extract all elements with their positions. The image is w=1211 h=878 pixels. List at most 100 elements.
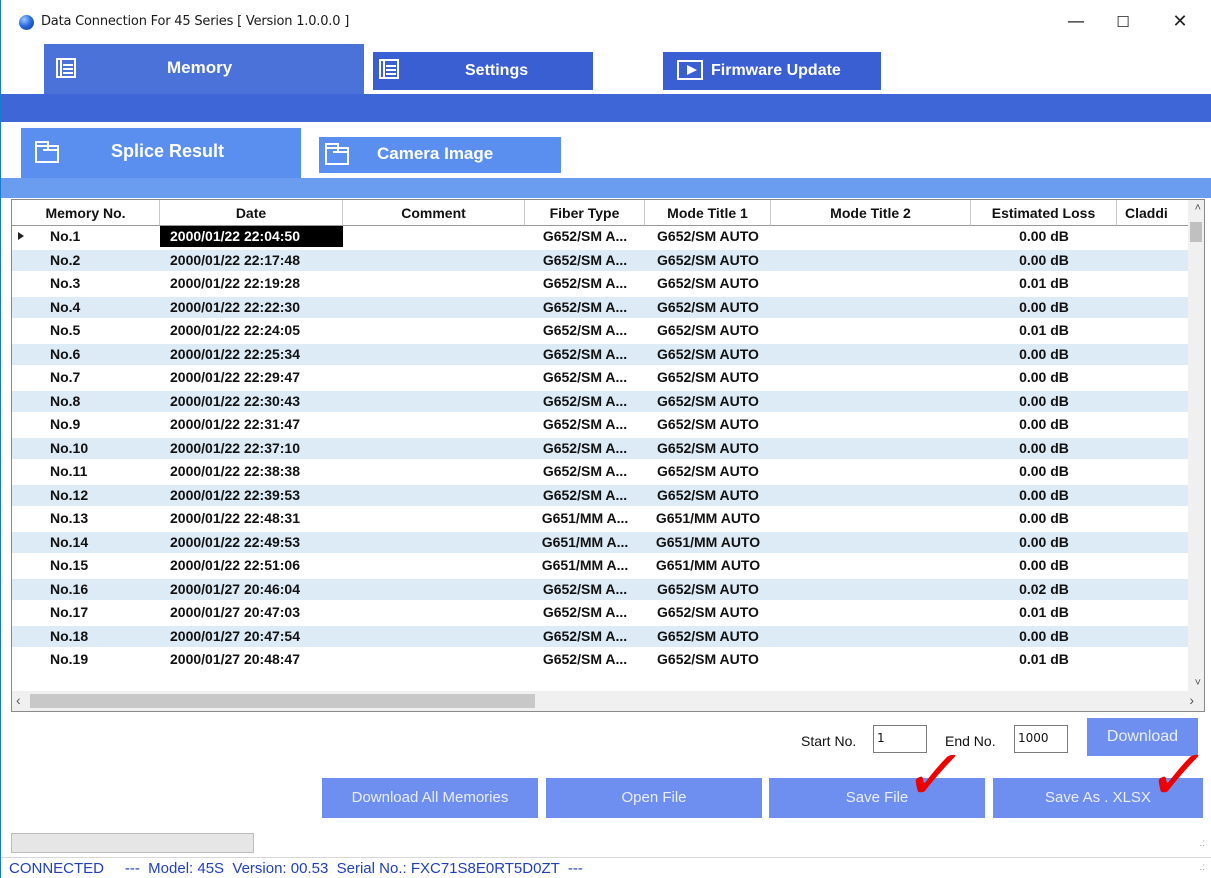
cell-memory-no[interactable]: No.8: [12, 391, 160, 412]
cell-date[interactable]: 2000/01/22 22:31:47: [160, 414, 343, 435]
table-row[interactable]: No.2 2000/01/22 22:17:48 G652/SM A... G652/…: [12, 249, 1190, 271]
cell-estimated-loss[interactable]: 0.00 dB: [971, 367, 1117, 388]
cell-date[interactable]: 2000/01/22 22:39:53: [160, 485, 343, 506]
cell-mode-title-1[interactable]: G652/SM AUTO: [645, 626, 771, 647]
cell-memory-no[interactable]: No.6: [12, 344, 160, 365]
table-row[interactable]: No.9 2000/01/22 22:31:47 G652/SM A... G652/…: [12, 414, 1190, 435]
cell-date[interactable]: 2000/01/22 22:04:50: [160, 226, 343, 247]
cell-memory-no[interactable]: No.19: [12, 649, 160, 670]
cell-fiber-type[interactable]: G652/SM A...: [525, 626, 645, 647]
table-row[interactable]: No.5 2000/01/22 22:24:05 G652/SM A... G652/…: [12, 320, 1190, 341]
cell-date[interactable]: 2000/01/22 22:24:05: [160, 320, 343, 341]
cell-comment[interactable]: [343, 367, 525, 388]
cell-comment[interactable]: [343, 461, 525, 482]
cell-cladding[interactable]: [1117, 532, 1190, 553]
cell-memory-no[interactable]: No.13: [12, 508, 160, 529]
cell-cladding[interactable]: [1117, 273, 1190, 294]
cell-fiber-type[interactable]: G651/MM A...: [525, 532, 645, 553]
end-no-input[interactable]: 1000: [1014, 725, 1068, 753]
table-row[interactable]: No.13 2000/01/22 22:48:31 G651/MM A... G651…: [12, 508, 1190, 529]
cell-fiber-type[interactable]: G652/SM A...: [525, 297, 645, 318]
column-header-cladding[interactable]: Claddi: [1117, 200, 1190, 226]
cell-mode-title-1[interactable]: G652/SM AUTO: [645, 485, 771, 506]
cell-mode-title-1[interactable]: G651/MM AUTO: [645, 532, 771, 553]
tab-settings[interactable]: Settings: [373, 52, 593, 90]
cell-memory-no[interactable]: No.9: [12, 414, 160, 435]
cell-estimated-loss[interactable]: 0.00 dB: [971, 414, 1117, 435]
column-header-mode-title-1[interactable]: Mode Title 1: [645, 200, 771, 226]
cell-estimated-loss[interactable]: 0.01 dB: [971, 602, 1117, 623]
cell-mode-title-1[interactable]: G652/SM AUTO: [645, 414, 771, 435]
close-button[interactable]: ✕: [1157, 8, 1203, 38]
cell-fiber-type[interactable]: G652/SM A...: [525, 344, 645, 365]
column-header-estimated-loss[interactable]: Estimated Loss: [971, 200, 1117, 226]
cell-memory-no[interactable]: No.2: [12, 250, 160, 271]
cell-memory-no[interactable]: No.15: [12, 555, 160, 576]
cell-comment[interactable]: [343, 226, 525, 247]
cell-comment[interactable]: [343, 626, 525, 647]
cell-cladding[interactable]: [1117, 461, 1190, 482]
cell-cladding[interactable]: [1117, 367, 1190, 388]
cell-date[interactable]: 2000/01/22 22:49:53: [160, 532, 343, 553]
cell-date[interactable]: 2000/01/22 22:38:38: [160, 461, 343, 482]
cell-cladding[interactable]: [1117, 602, 1190, 623]
scroll-left-arrow-icon[interactable]: ‹: [16, 692, 21, 708]
cell-mode-title-2[interactable]: [771, 649, 971, 670]
cell-cladding[interactable]: [1117, 508, 1190, 529]
table-row[interactable]: No.14 2000/01/22 22:49:53 G651/MM A... G651…: [12, 531, 1190, 553]
cell-mode-title-1[interactable]: G652/SM AUTO: [645, 273, 771, 294]
cell-mode-title-2[interactable]: [771, 226, 971, 247]
cell-estimated-loss[interactable]: 0.00 dB: [971, 532, 1117, 553]
cell-memory-no[interactable]: No.12: [12, 485, 160, 506]
cell-date[interactable]: 2000/01/27 20:46:04: [160, 579, 343, 600]
cell-mode-title-2[interactable]: [771, 391, 971, 412]
open-file-button[interactable]: Open File: [546, 778, 762, 818]
column-header-date[interactable]: Date: [160, 200, 343, 226]
table-row[interactable]: No.4 2000/01/22 22:22:30 G652/SM A... G652/…: [12, 296, 1190, 318]
cell-mode-title-2[interactable]: [771, 626, 971, 647]
cell-mode-title-1[interactable]: G652/SM AUTO: [645, 367, 771, 388]
cell-comment[interactable]: [343, 438, 525, 459]
cell-date[interactable]: 2000/01/22 22:29:47: [160, 367, 343, 388]
cell-estimated-loss[interactable]: 0.00 dB: [971, 626, 1117, 647]
cell-estimated-loss[interactable]: 0.00 dB: [971, 508, 1117, 529]
cell-cladding[interactable]: [1117, 320, 1190, 341]
cell-mode-title-2[interactable]: [771, 438, 971, 459]
cell-mode-title-1[interactable]: G652/SM AUTO: [645, 320, 771, 341]
cell-comment[interactable]: [343, 344, 525, 365]
cell-cladding[interactable]: [1117, 626, 1190, 647]
cell-date[interactable]: 2000/01/27 20:47:03: [160, 602, 343, 623]
splice-result-grid[interactable]: Memory No. Date Comment Fiber Type Mode …: [11, 199, 1205, 712]
cell-memory-no[interactable]: No.10: [12, 438, 160, 459]
resize-grip-icon[interactable]: .:: [1199, 862, 1205, 873]
cell-estimated-loss[interactable]: 0.00 dB: [971, 485, 1117, 506]
cell-mode-title-1[interactable]: G652/SM AUTO: [645, 297, 771, 318]
cell-memory-no[interactable]: No.17: [12, 602, 160, 623]
scroll-right-arrow-icon[interactable]: ›: [1189, 692, 1194, 708]
cell-fiber-type[interactable]: G652/SM A...: [525, 320, 645, 341]
cell-cladding[interactable]: [1117, 297, 1190, 318]
vertical-scroll-thumb[interactable]: [1190, 222, 1202, 242]
table-row[interactable]: No.7 2000/01/22 22:29:47 G652/SM A... G652/…: [12, 367, 1190, 388]
cell-date[interactable]: 2000/01/22 22:17:48: [160, 250, 343, 271]
column-header-memory-no[interactable]: Memory No.: [12, 200, 160, 226]
column-header-fiber-type[interactable]: Fiber Type: [525, 200, 645, 226]
scroll-down-arrow-icon[interactable]: ˅: [1195, 677, 1201, 689]
cell-fiber-type[interactable]: G652/SM A...: [525, 414, 645, 435]
cell-fiber-type[interactable]: G652/SM A...: [525, 273, 645, 294]
cell-estimated-loss[interactable]: 0.00 dB: [971, 226, 1117, 247]
cell-date[interactable]: 2000/01/22 22:30:43: [160, 391, 343, 412]
cell-fiber-type[interactable]: G652/SM A...: [525, 250, 645, 271]
cell-memory-no[interactable]: No.5: [12, 320, 160, 341]
cell-comment[interactable]: [343, 320, 525, 341]
cell-comment[interactable]: [343, 602, 525, 623]
cell-memory-no[interactable]: No.18: [12, 626, 160, 647]
cell-mode-title-2[interactable]: [771, 367, 971, 388]
cell-mode-title-1[interactable]: G652/SM AUTO: [645, 579, 771, 600]
cell-mode-title-2[interactable]: [771, 602, 971, 623]
cell-comment[interactable]: [343, 273, 525, 294]
vertical-scrollbar[interactable]: ˄ ˅: [1188, 200, 1204, 691]
cell-estimated-loss[interactable]: 0.00 dB: [971, 555, 1117, 576]
cell-mode-title-2[interactable]: [771, 320, 971, 341]
cell-estimated-loss[interactable]: 0.01 dB: [971, 649, 1117, 670]
